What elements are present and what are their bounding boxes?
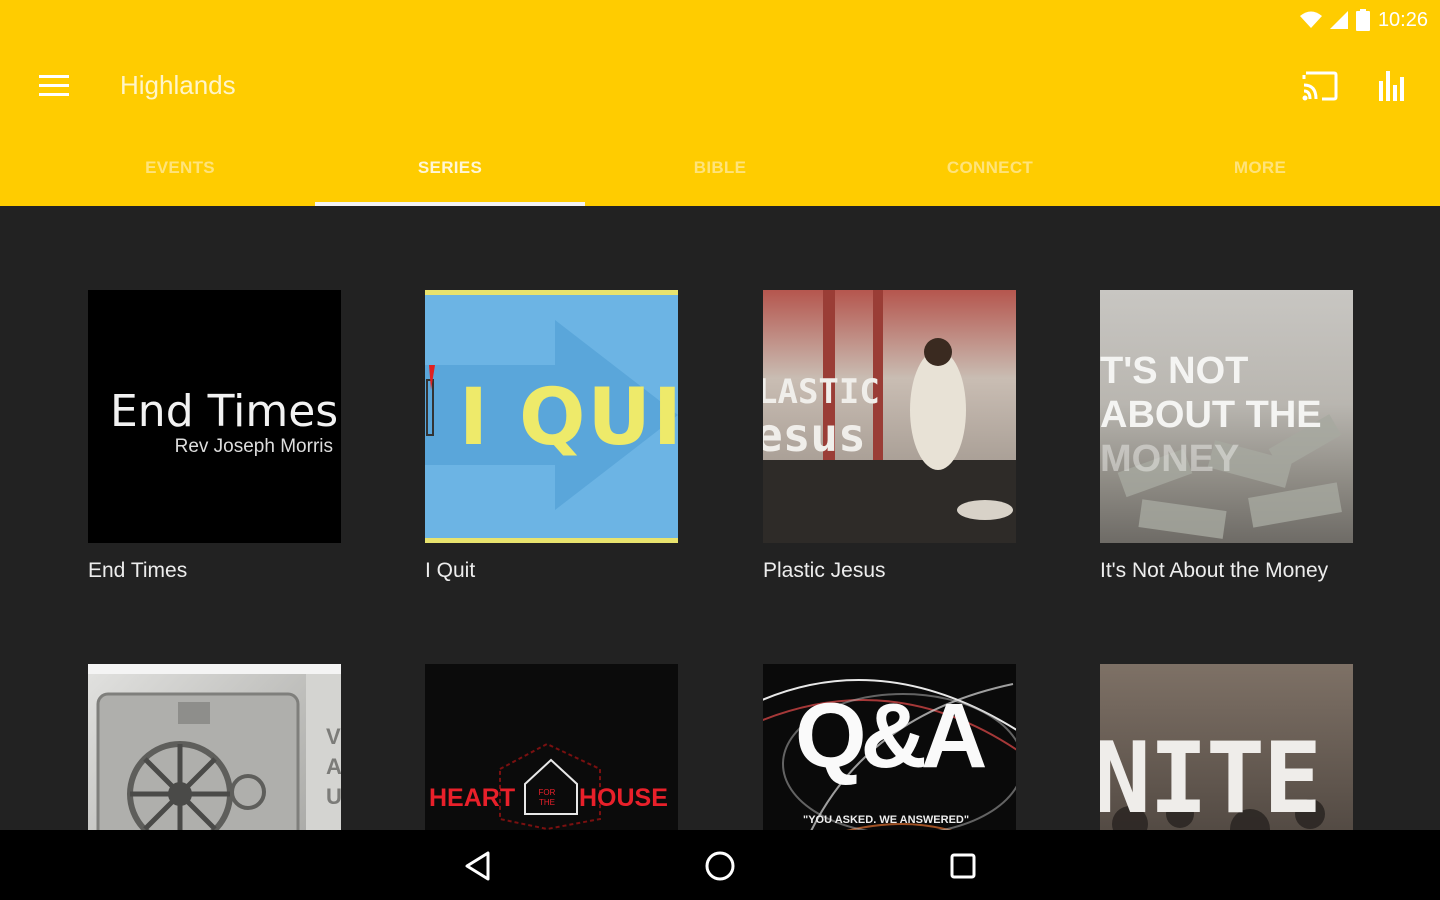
series-artwork: Q&A "YOU ASKED. WE ANSWERED": [763, 664, 1016, 830]
battery-icon: [1355, 9, 1370, 31]
artwork-line-3: MONEY: [1100, 438, 1240, 480]
artwork-title: End Times: [110, 386, 339, 437]
series-card-end-times[interactable]: End Times Rev Joseph Morris End Times: [88, 290, 341, 583]
series-grid: End Times Rev Joseph Morris End Times I …: [0, 206, 1440, 830]
artwork-title: NITE: [1100, 722, 1322, 830]
artwork-line-2: esus: [763, 408, 866, 462]
recents-icon[interactable]: [938, 846, 988, 886]
artwork-mid: FOR THE: [538, 788, 556, 807]
wifi-icon: [1299, 11, 1322, 29]
series-title: End Times: [88, 559, 188, 582]
artwork-left: HEART: [429, 784, 516, 812]
status-time: 10:26: [1377, 8, 1428, 31]
tab-events[interactable]: EVENTS: [45, 140, 315, 206]
series-artwork: I QUI: [425, 290, 678, 543]
series-artwork: T'S NOT ABOUT THE MONEY: [1100, 290, 1353, 543]
system-nav-bar: [0, 830, 1440, 900]
series-artwork: HEART FOR THE HOUSE: [425, 664, 678, 830]
series-artwork: LASTIC esus: [763, 290, 1016, 543]
tab-connect[interactable]: CONNECT: [855, 140, 1125, 206]
series-artwork: NITE: [1100, 664, 1353, 830]
toolbar: Highlands: [0, 50, 1440, 122]
tab-series[interactable]: SERIES: [315, 140, 585, 206]
artwork-line-2: ABOUT THE: [1100, 394, 1322, 436]
app-bar: 10:26 Highlands EVENTS SERIES BIBLE CONN…: [0, 0, 1440, 206]
artwork-subtitle: Rev Joseph Morris: [174, 436, 333, 457]
series-artwork: V A U: [88, 664, 341, 830]
series-card-heart-for-the-house[interactable]: HEART FOR THE HOUSE: [425, 664, 678, 830]
cast-icon[interactable]: [1296, 64, 1344, 108]
tab-bible[interactable]: BIBLE: [585, 140, 855, 206]
tab-more[interactable]: MORE: [1125, 140, 1395, 206]
status-bar: 10:26: [1299, 6, 1428, 34]
app-title: Highlands: [120, 70, 236, 100]
series-card-vault[interactable]: V A U: [88, 664, 341, 830]
artwork-caption: "YOU ASKED. WE ANSWERED": [803, 814, 970, 826]
signal-icon: [1329, 11, 1348, 29]
series-card-unite[interactable]: NITE: [1100, 664, 1353, 830]
series-title: I Quit: [425, 559, 476, 582]
series-artwork: End Times Rev Joseph Morris: [88, 290, 341, 543]
back-icon[interactable]: [453, 846, 503, 886]
series-card-plastic-jesus[interactable]: LASTIC esus Plastic Jesus: [763, 290, 1016, 583]
tab-bar: EVENTS SERIES BIBLE CONNECT MORE: [45, 140, 1395, 206]
bar-chart-icon[interactable]: [1368, 64, 1416, 108]
series-card-q-and-a[interactable]: Q&A "YOU ASKED. WE ANSWERED": [763, 664, 1016, 830]
series-card-i-quit[interactable]: I QUI I Quit: [425, 290, 678, 583]
artwork-line-1: T'S NOT: [1100, 350, 1249, 392]
artwork-right: HOUSE: [579, 784, 668, 812]
series-title: Plastic Jesus: [763, 559, 886, 582]
artwork-title: I QUI: [459, 373, 678, 463]
series-card-not-about-money[interactable]: T'S NOT ABOUT THE MONEY It's Not About t…: [1100, 290, 1353, 583]
artwork-letters: V A U: [326, 724, 341, 809]
artwork-line-1: LASTIC: [763, 372, 880, 412]
series-title: It's Not About the Money: [1100, 559, 1329, 582]
artwork-title: Q&A: [795, 685, 987, 787]
hamburger-menu-icon[interactable]: [30, 64, 78, 108]
home-icon[interactable]: [695, 846, 745, 886]
